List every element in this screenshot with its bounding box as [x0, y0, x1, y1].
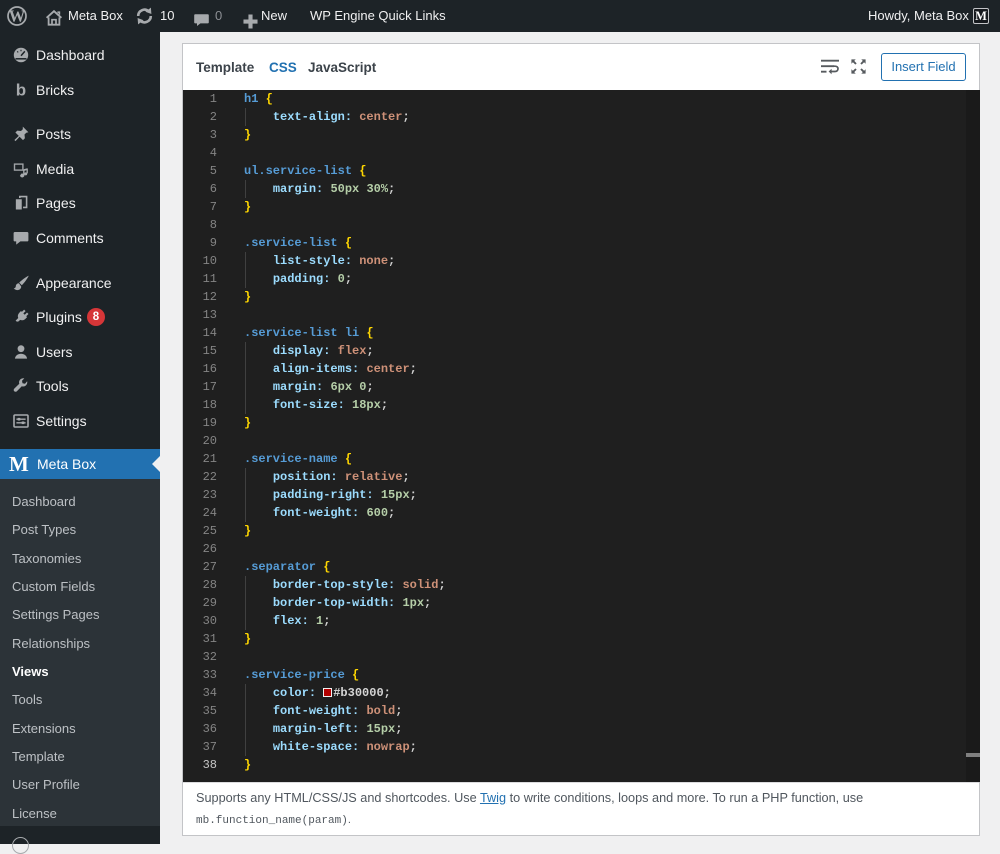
svg-text:b: b [16, 80, 26, 99]
svg-text:W: W [9, 6, 26, 25]
